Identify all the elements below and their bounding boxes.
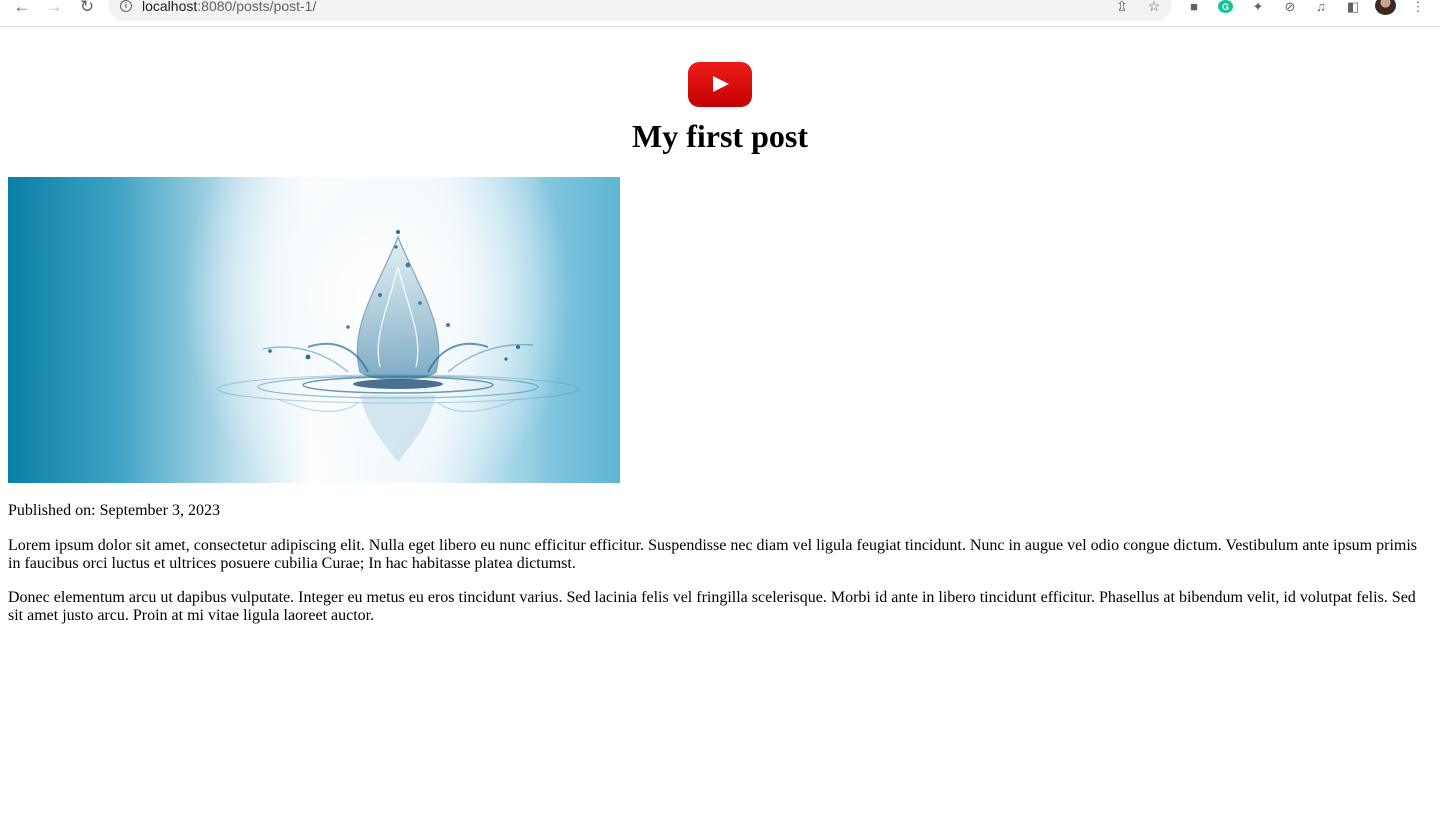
post-paragraph-1: Lorem ipsum dolor sit amet, consectetur …: [8, 537, 1418, 572]
post-title: My first post: [632, 118, 808, 154]
bookmark-star-icon[interactable]: ☆: [1146, 0, 1162, 13]
profile-avatar[interactable]: [1375, 0, 1396, 15]
back-arrow-icon[interactable]: ←: [11, 0, 33, 15]
media-icon[interactable]: ♫: [1313, 0, 1329, 14]
address-bar[interactable]: i localhost:8080/posts/post-1/ ⇫ ☆: [108, 0, 1172, 21]
reload-icon[interactable]: ↻: [76, 0, 98, 15]
extension-a-icon[interactable]: ■: [1186, 0, 1202, 14]
side-panel-icon[interactable]: ◧: [1345, 0, 1361, 14]
url-host: localhost: [142, 0, 198, 14]
kebab-menu-icon[interactable]: ⋮: [1410, 0, 1426, 14]
grammarly-icon[interactable]: G: [1218, 0, 1233, 13]
sync-icon[interactable]: ⊘: [1282, 0, 1298, 14]
url-path: :8080/posts/post-1/: [197, 0, 317, 14]
published-date: Published on: September 3, 2023: [8, 502, 220, 519]
youtube-logo: [688, 62, 752, 107]
forward-arrow-icon[interactable]: →: [43, 0, 65, 15]
post-paragraph-2: Donec elementum arcu ut dapibus vulputat…: [8, 589, 1416, 624]
water-splash-image: [217, 230, 579, 462]
puzzle-icon[interactable]: ✦: [1250, 0, 1266, 14]
share-icon[interactable]: ⇫: [1114, 0, 1130, 13]
play-icon: [713, 76, 729, 92]
url-text[interactable]: localhost:8080/posts/post-1/: [142, 0, 316, 14]
site-info-icon[interactable]: i: [120, 0, 132, 12]
browser-toolbar: ← → ↻ i localhost:8080/posts/post-1/ ⇫ ☆…: [0, 0, 1440, 27]
post-image: [8, 177, 620, 483]
